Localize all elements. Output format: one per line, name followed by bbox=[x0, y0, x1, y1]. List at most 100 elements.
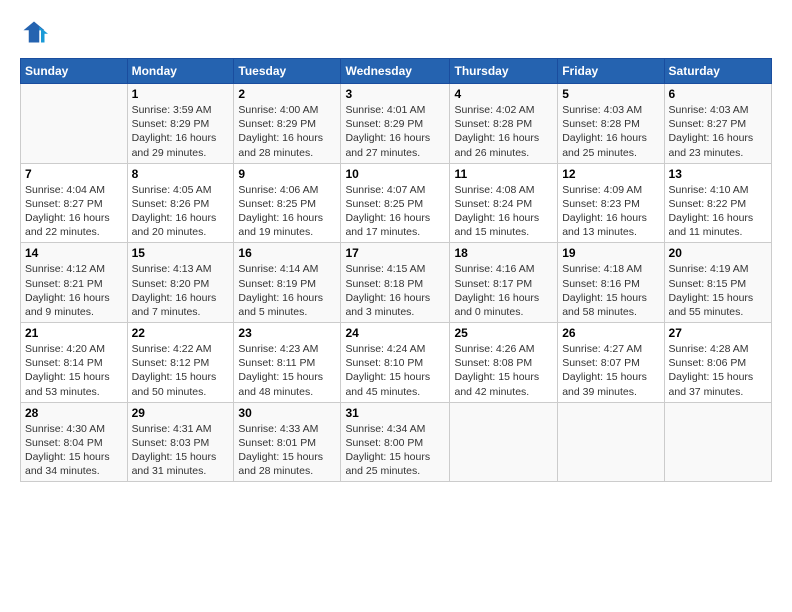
day-details: Sunrise: 4:02 AM Sunset: 8:28 PM Dayligh… bbox=[454, 103, 553, 160]
day-number: 1 bbox=[132, 87, 230, 101]
day-number: 7 bbox=[25, 167, 123, 181]
week-row-3: 14Sunrise: 4:12 AM Sunset: 8:21 PM Dayli… bbox=[21, 243, 772, 323]
day-details: Sunrise: 4:12 AM Sunset: 8:21 PM Dayligh… bbox=[25, 262, 123, 319]
day-details: Sunrise: 4:03 AM Sunset: 8:28 PM Dayligh… bbox=[562, 103, 659, 160]
day-number: 23 bbox=[238, 326, 336, 340]
day-number: 31 bbox=[345, 406, 445, 420]
week-row-1: 1 Sunrise: 3:59 AM Sunset: 8:29 PM Daylig… bbox=[21, 84, 772, 164]
day-details: Sunrise: 4:05 AM Sunset: 8:26 PM Dayligh… bbox=[132, 183, 230, 240]
day-details: Sunrise: 4:28 AM Sunset: 8:06 PM Dayligh… bbox=[669, 342, 767, 399]
day-number: 5 bbox=[562, 87, 659, 101]
calendar-cell: 27 Sunrise: 4:28 AM Sunset: 8:06 PM Dayli… bbox=[664, 323, 771, 403]
day-number: 12 bbox=[562, 167, 659, 181]
logo-icon bbox=[20, 18, 48, 46]
day-details: Sunrise: 4:27 AM Sunset: 8:07 PM Dayligh… bbox=[562, 342, 659, 399]
calendar-cell: 4 Sunrise: 4:02 AM Sunset: 8:28 PM Daylig… bbox=[450, 84, 558, 164]
weekday-header-friday: Friday bbox=[558, 59, 664, 84]
day-number: 11 bbox=[454, 167, 553, 181]
calendar-cell: 3 Sunrise: 4:01 AM Sunset: 8:29 PM Daylig… bbox=[341, 84, 450, 164]
header bbox=[20, 18, 772, 46]
week-row-4: 21 Sunrise: 4:20 AM Sunset: 8:14 PM Dayli… bbox=[21, 323, 772, 403]
day-details: Sunrise: 4:15 AM Sunset: 8:18 PM Dayligh… bbox=[345, 262, 445, 319]
day-details: Sunrise: 4:34 AM Sunset: 8:00 PM Dayligh… bbox=[345, 422, 445, 479]
day-details: Sunrise: 4:30 AM Sunset: 8:04 PM Dayligh… bbox=[25, 422, 123, 479]
day-details: Sunrise: 4:22 AM Sunset: 8:12 PM Dayligh… bbox=[132, 342, 230, 399]
day-number: 18 bbox=[454, 246, 553, 260]
day-number: 9 bbox=[238, 167, 336, 181]
calendar-cell: 2Sunrise: 4:00 AM Sunset: 8:29 PM Daylig… bbox=[234, 84, 341, 164]
day-details: Sunrise: 4:10 AM Sunset: 8:22 PM Dayligh… bbox=[669, 183, 767, 240]
day-details: Sunrise: 4:01 AM Sunset: 8:29 PM Dayligh… bbox=[345, 103, 445, 160]
day-details: Sunrise: 4:24 AM Sunset: 8:10 PM Dayligh… bbox=[345, 342, 445, 399]
calendar-cell: 29Sunrise: 4:31 AM Sunset: 8:03 PM Dayli… bbox=[127, 402, 234, 482]
calendar-cell: 1 Sunrise: 3:59 AM Sunset: 8:29 PM Daylig… bbox=[127, 84, 234, 164]
day-number: 10 bbox=[345, 167, 445, 181]
day-number: 27 bbox=[669, 326, 767, 340]
weekday-header-wednesday: Wednesday bbox=[341, 59, 450, 84]
week-row-2: 7 Sunrise: 4:04 AM Sunset: 8:27 PM Daylig… bbox=[21, 163, 772, 243]
day-number: 25 bbox=[454, 326, 553, 340]
calendar-cell: 16 Sunrise: 4:14 AM Sunset: 8:19 PM Dayli… bbox=[234, 243, 341, 323]
day-number: 28 bbox=[25, 406, 123, 420]
day-number: 19 bbox=[562, 246, 659, 260]
calendar-cell: 9 Sunrise: 4:06 AM Sunset: 8:25 PM Daylig… bbox=[234, 163, 341, 243]
weekday-header-thursday: Thursday bbox=[450, 59, 558, 84]
calendar-table: SundayMondayTuesdayWednesdayThursdayFrid… bbox=[20, 58, 772, 482]
day-number: 3 bbox=[345, 87, 445, 101]
day-details: Sunrise: 4:00 AM Sunset: 8:29 PM Dayligh… bbox=[238, 103, 336, 160]
weekday-header-tuesday: Tuesday bbox=[234, 59, 341, 84]
calendar-cell bbox=[450, 402, 558, 482]
day-number: 30 bbox=[238, 406, 336, 420]
calendar-cell: 15Sunrise: 4:13 AM Sunset: 8:20 PM Dayli… bbox=[127, 243, 234, 323]
day-number: 17 bbox=[345, 246, 445, 260]
day-details: Sunrise: 4:06 AM Sunset: 8:25 PM Dayligh… bbox=[238, 183, 336, 240]
day-number: 20 bbox=[669, 246, 767, 260]
day-number: 24 bbox=[345, 326, 445, 340]
weekday-header-row: SundayMondayTuesdayWednesdayThursdayFrid… bbox=[21, 59, 772, 84]
day-details: Sunrise: 4:20 AM Sunset: 8:14 PM Dayligh… bbox=[25, 342, 123, 399]
page: SundayMondayTuesdayWednesdayThursdayFrid… bbox=[0, 0, 792, 492]
calendar-cell: 20 Sunrise: 4:19 AM Sunset: 8:15 PM Dayli… bbox=[664, 243, 771, 323]
calendar-cell: 10Sunrise: 4:07 AM Sunset: 8:25 PM Dayli… bbox=[341, 163, 450, 243]
calendar-cell: 22Sunrise: 4:22 AM Sunset: 8:12 PM Dayli… bbox=[127, 323, 234, 403]
calendar-cell: 31 Sunrise: 4:34 AM Sunset: 8:00 PM Dayli… bbox=[341, 402, 450, 482]
weekday-header-monday: Monday bbox=[127, 59, 234, 84]
calendar-cell: 24 Sunrise: 4:24 AM Sunset: 8:10 PM Dayli… bbox=[341, 323, 450, 403]
day-number: 15 bbox=[132, 246, 230, 260]
calendar-cell: 12Sunrise: 4:09 AM Sunset: 8:23 PM Dayli… bbox=[558, 163, 664, 243]
day-details: Sunrise: 4:23 AM Sunset: 8:11 PM Dayligh… bbox=[238, 342, 336, 399]
day-details: Sunrise: 4:14 AM Sunset: 8:19 PM Dayligh… bbox=[238, 262, 336, 319]
calendar-cell: 6Sunrise: 4:03 AM Sunset: 8:27 PM Daylig… bbox=[664, 84, 771, 164]
weekday-header-saturday: Saturday bbox=[664, 59, 771, 84]
day-details: Sunrise: 4:16 AM Sunset: 8:17 PM Dayligh… bbox=[454, 262, 553, 319]
day-number: 16 bbox=[238, 246, 336, 260]
calendar-cell: 19 Sunrise: 4:18 AM Sunset: 8:16 PM Dayli… bbox=[558, 243, 664, 323]
weekday-header-sunday: Sunday bbox=[21, 59, 128, 84]
day-details: Sunrise: 4:26 AM Sunset: 8:08 PM Dayligh… bbox=[454, 342, 553, 399]
day-details: Sunrise: 4:19 AM Sunset: 8:15 PM Dayligh… bbox=[669, 262, 767, 319]
week-row-5: 28 Sunrise: 4:30 AM Sunset: 8:04 PM Dayli… bbox=[21, 402, 772, 482]
day-details: Sunrise: 4:03 AM Sunset: 8:27 PM Dayligh… bbox=[669, 103, 767, 160]
calendar-cell bbox=[558, 402, 664, 482]
day-number: 13 bbox=[669, 167, 767, 181]
calendar-cell bbox=[664, 402, 771, 482]
calendar-cell: 11 Sunrise: 4:08 AM Sunset: 8:24 PM Dayli… bbox=[450, 163, 558, 243]
day-details: Sunrise: 4:08 AM Sunset: 8:24 PM Dayligh… bbox=[454, 183, 553, 240]
calendar-cell: 8 Sunrise: 4:05 AM Sunset: 8:26 PM Daylig… bbox=[127, 163, 234, 243]
day-details: Sunrise: 4:33 AM Sunset: 8:01 PM Dayligh… bbox=[238, 422, 336, 479]
day-details: Sunrise: 4:18 AM Sunset: 8:16 PM Dayligh… bbox=[562, 262, 659, 319]
day-number: 21 bbox=[25, 326, 123, 340]
day-details: Sunrise: 4:04 AM Sunset: 8:27 PM Dayligh… bbox=[25, 183, 123, 240]
calendar-cell: 26 Sunrise: 4:27 AM Sunset: 8:07 PM Dayli… bbox=[558, 323, 664, 403]
calendar-cell: 25 Sunrise: 4:26 AM Sunset: 8:08 PM Dayli… bbox=[450, 323, 558, 403]
day-number: 8 bbox=[132, 167, 230, 181]
calendar-cell: 23 Sunrise: 4:23 AM Sunset: 8:11 PM Dayli… bbox=[234, 323, 341, 403]
logo bbox=[20, 18, 50, 46]
calendar-cell: 17 Sunrise: 4:15 AM Sunset: 8:18 PM Dayli… bbox=[341, 243, 450, 323]
calendar-cell: 5 Sunrise: 4:03 AM Sunset: 8:28 PM Daylig… bbox=[558, 84, 664, 164]
day-number: 4 bbox=[454, 87, 553, 101]
day-number: 29 bbox=[132, 406, 230, 420]
day-number: 26 bbox=[562, 326, 659, 340]
day-details: Sunrise: 3:59 AM Sunset: 8:29 PM Dayligh… bbox=[132, 103, 230, 160]
calendar-cell: 28 Sunrise: 4:30 AM Sunset: 8:04 PM Dayli… bbox=[21, 402, 128, 482]
